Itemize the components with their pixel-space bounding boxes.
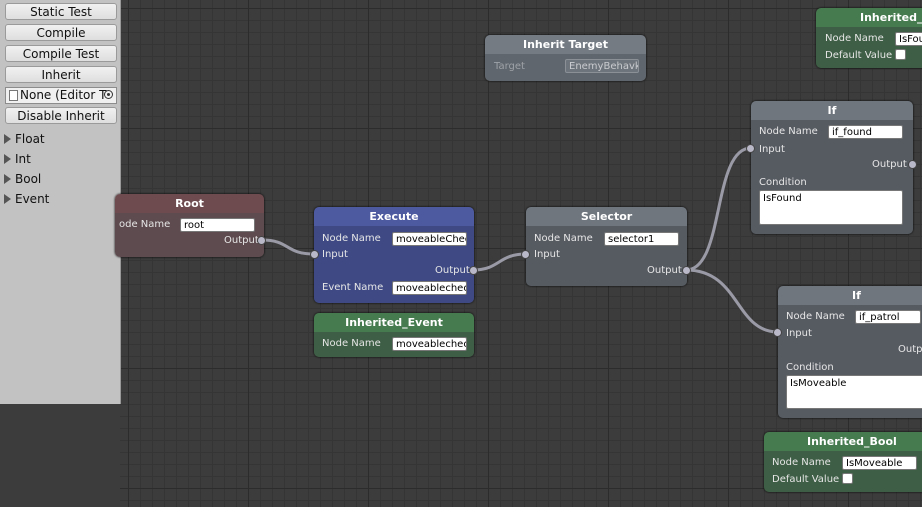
if-found-input-port[interactable] <box>746 144 755 153</box>
node-name-label: Node Name <box>825 33 884 44</box>
input-label: Input <box>786 328 812 339</box>
condition-label: Condition <box>759 177 807 188</box>
if-found-output-port[interactable] <box>908 160 917 169</box>
node-title: If <box>778 286 922 305</box>
node-title: If <box>751 101 913 120</box>
default-value-label: Default Value <box>825 50 893 61</box>
node-title: Inherited_Bool <box>764 432 922 451</box>
event-name-field[interactable]: moveablechec <box>392 281 467 295</box>
node-name-label: Node Name <box>759 126 818 137</box>
selector-input-port[interactable] <box>521 250 530 259</box>
foldout-label: Int <box>15 152 31 166</box>
node-selector[interactable]: Selector Node Name selector1 Input Outpu… <box>526 207 687 286</box>
output-label: Output <box>224 235 259 246</box>
foldout-arrow-icon <box>4 134 11 144</box>
default-value-label: Default Value <box>772 474 840 485</box>
foldout-event[interactable]: Event <box>4 192 49 206</box>
output-label: Outp <box>898 344 922 355</box>
node-title: Inherited_Bo <box>816 8 922 27</box>
node-name-label: Node Name <box>322 233 381 244</box>
wire-selector-if-found <box>685 146 752 272</box>
foldout-int[interactable]: Int <box>4 152 31 166</box>
node-name-field[interactable]: if_patrol <box>855 310 921 324</box>
inherit-button[interactable]: Inherit <box>5 66 117 83</box>
wire-execute-selector <box>472 252 527 272</box>
execute-input-port[interactable] <box>310 250 319 259</box>
output-label: Output <box>435 265 470 276</box>
condition-label: Condition <box>786 362 834 373</box>
node-name-field[interactable]: root <box>180 218 255 232</box>
static-test-button[interactable]: Static Test <box>5 3 117 20</box>
default-value-checkbox[interactable] <box>842 473 853 484</box>
node-if-patrol[interactable]: If Node Name if_patrol Input Outp Condit… <box>778 286 922 418</box>
foldout-arrow-icon <box>4 194 11 204</box>
selector-output-port[interactable] <box>682 266 691 275</box>
editor-object-field[interactable]: None (Editor T <box>5 87 117 104</box>
node-inherited-event[interactable]: Inherited_Event Node Name moveablechec <box>314 313 474 357</box>
node-inherited-bool-top[interactable]: Inherited_Bo Node Name IsFou Default Val… <box>816 8 922 68</box>
node-name-label: Node Name <box>534 233 593 244</box>
disable-inherit-button[interactable]: Disable Inherit <box>5 107 117 124</box>
event-name-label: Event Name <box>322 282 384 293</box>
execute-output-port[interactable] <box>469 266 478 275</box>
wire-selector-if-patrol <box>685 268 779 334</box>
foldout-label: Float <box>15 132 45 146</box>
foldout-label: Event <box>15 192 50 206</box>
node-name-field[interactable]: moveableChec <box>392 232 467 246</box>
output-label: Output <box>872 159 907 170</box>
node-inherited-bool[interactable]: Inherited_Bool Node Name IsMoveable Defa… <box>764 432 922 492</box>
input-label: Input <box>759 144 785 155</box>
node-title: Inherited_Event <box>314 313 474 332</box>
node-title: Root <box>115 194 264 213</box>
node-name-field[interactable]: selector1 <box>604 232 679 246</box>
target-field[interactable]: EnemyBehavk <box>565 59 639 73</box>
output-label: Output <box>647 265 682 276</box>
node-title: Inherit Target <box>485 35 646 54</box>
condition-field[interactable]: IsFound <box>759 190 903 225</box>
if-patrol-input-port[interactable] <box>773 328 782 337</box>
node-execute[interactable]: Execute Node Name moveableChec Input Out… <box>314 207 474 303</box>
object-picker-icon[interactable] <box>104 90 113 99</box>
compile-test-button[interactable]: Compile Test <box>5 45 117 62</box>
node-title: Selector <box>526 207 687 226</box>
input-label: Input <box>322 249 348 260</box>
graph-sidebar: Static Test Compile Compile Test Inherit… <box>0 0 121 404</box>
node-name-field[interactable]: moveablechec <box>392 337 467 351</box>
node-name-label: Node Name <box>786 311 845 322</box>
file-icon <box>9 90 18 101</box>
node-name-label: Node Name <box>772 457 831 468</box>
target-label: Target <box>494 61 525 72</box>
node-name-field[interactable]: if_found <box>828 125 903 139</box>
foldout-bool[interactable]: Bool <box>4 172 41 186</box>
input-label: Input <box>534 249 560 260</box>
node-title: Execute <box>314 207 474 226</box>
wire-root-execute <box>261 238 315 256</box>
object-field-value: None (Editor T <box>20 88 107 102</box>
foldout-arrow-icon <box>4 154 11 164</box>
foldout-label: Bool <box>15 172 42 186</box>
node-inherit-target[interactable]: Inherit Target Target EnemyBehavk <box>485 35 646 81</box>
root-output-port[interactable] <box>257 236 266 245</box>
foldout-arrow-icon <box>4 174 11 184</box>
node-name-label: ode Name <box>119 219 171 230</box>
node-name-field[interactable]: IsMoveable <box>842 456 917 470</box>
condition-field[interactable]: IsMoveable <box>786 375 922 409</box>
foldout-float[interactable]: Float <box>4 132 45 146</box>
node-name-label: Node Name <box>322 338 381 349</box>
compile-button[interactable]: Compile <box>5 24 117 41</box>
sidebar-empty-area <box>0 404 120 507</box>
node-if-found[interactable]: If Node Name if_found Input Output Condi… <box>751 101 913 234</box>
node-root[interactable]: Root ode Name root Output <box>115 194 264 257</box>
default-value-checkbox[interactable] <box>895 49 906 60</box>
node-name-field[interactable]: IsFou <box>895 32 922 46</box>
